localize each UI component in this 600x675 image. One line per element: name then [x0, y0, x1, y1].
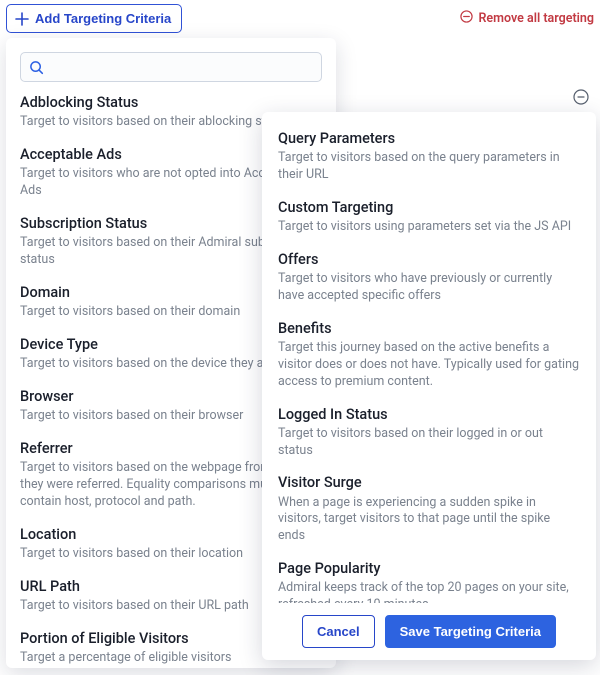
collapse-section-toggle[interactable] [572, 88, 590, 106]
criteria-item[interactable]: Custom Targeting Target to visitors using… [278, 199, 580, 236]
criteria-item-desc: Target to visitors using parameters set … [278, 219, 580, 236]
criteria-item-title: Offers [278, 251, 580, 269]
cancel-button[interactable]: Cancel [302, 615, 375, 648]
remove-all-link[interactable]: Remove all targeting [460, 10, 594, 27]
criteria-item[interactable]: Benefits Target this journey based on the… [278, 320, 580, 391]
criteria-item-desc: Target to visitors based on the query pa… [278, 150, 580, 184]
criteria-item-desc: Target this journey based on the active … [278, 340, 580, 391]
remove-all-label: Remove all targeting [478, 11, 594, 26]
criteria-item-desc: Admiral keeps track of the top 20 pages … [278, 580, 580, 603]
criteria-item-title: Page Popularity [278, 560, 580, 578]
criteria-search-input[interactable] [20, 52, 322, 82]
minus-circle-icon [460, 10, 473, 27]
criteria-item-title: Logged In Status [278, 406, 580, 424]
criteria-item-title: Custom Targeting [278, 199, 580, 217]
criteria-item-desc: Target to visitors who have previously o… [278, 271, 580, 305]
criteria-item-title: Adblocking Status [20, 94, 322, 112]
criteria-item-title: Benefits [278, 320, 580, 338]
criteria-search-field[interactable] [49, 59, 321, 76]
criteria-item-desc: Target to visitors based on their logged… [278, 426, 580, 460]
add-targeting-label: Add Targeting Criteria [35, 11, 171, 26]
add-targeting-button[interactable]: Add Targeting Criteria [6, 4, 182, 33]
plus-icon [15, 12, 29, 26]
criteria-picker-panel-right: Query Parameters Target to visitors based… [262, 112, 596, 660]
search-icon [29, 60, 44, 79]
targeting-toolbar: Add Targeting Criteria Remove all target… [6, 4, 594, 33]
criteria-item-desc: When a page is experiencing a sudden spi… [278, 495, 580, 546]
criteria-item[interactable]: Query Parameters Target to visitors based… [278, 130, 580, 184]
criteria-item[interactable]: Offers Target to visitors who have previo… [278, 251, 580, 305]
criteria-item-title: Visitor Surge [278, 474, 580, 492]
criteria-item-title: Query Parameters [278, 130, 580, 148]
criteria-item[interactable]: Logged In Status Target to visitors based… [278, 406, 580, 460]
save-button[interactable]: Save Targeting Criteria [385, 615, 556, 648]
panel-actions: Cancel Save Targeting Criteria [278, 603, 580, 648]
criteria-list-right: Query Parameters Target to visitors based… [278, 130, 580, 603]
criteria-item[interactable]: Page Popularity Admiral keeps track of th… [278, 560, 580, 603]
criteria-item[interactable]: Visitor Surge When a page is experiencing… [278, 474, 580, 545]
